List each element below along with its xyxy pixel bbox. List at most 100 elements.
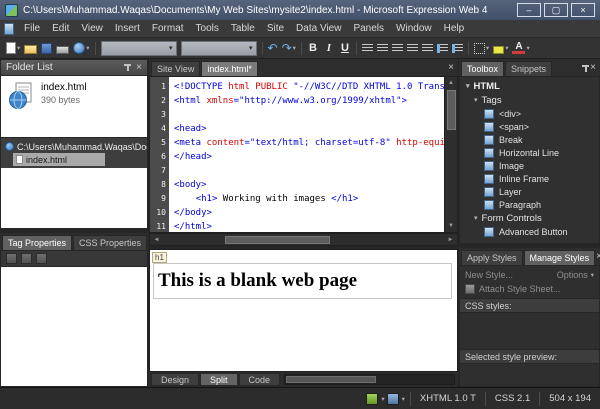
vertical-scrollbar-thumb[interactable] [447,90,456,130]
horizontal-scrollbar-thumb[interactable] [225,236,330,244]
code-line-8[interactable]: <body> [174,178,444,192]
underline-icon[interactable]: U [337,39,353,57]
pin-icon[interactable] [124,64,131,71]
align-right-icon[interactable] [390,39,405,57]
numbered-list-icon[interactable] [405,39,420,57]
code-horizontal-scrollbar[interactable]: ◄ ► [149,233,458,246]
toolbox-item-horizontal-line[interactable]: Horizontal Line [460,146,599,159]
pin-icon[interactable] [582,65,589,72]
menu-window[interactable]: Window [390,21,438,36]
scroll-down-icon[interactable]: ▼ [445,220,458,232]
menu-insert[interactable]: Insert [109,21,146,36]
menu-site[interactable]: Site [261,21,290,36]
tag-properties-grid[interactable] [0,266,148,387]
highlight-icon[interactable]: ▾ [491,39,510,57]
open-folder-icon[interactable] [22,39,39,57]
style-dropdown[interactable]: ▾ [101,41,177,56]
tab-apply-styles[interactable]: Apply Styles [461,250,523,265]
toolbox-section-tags[interactable]: ▾Tags [460,93,599,107]
tab-snippets[interactable]: Snippets [505,61,552,76]
code-line-7[interactable] [174,164,444,178]
align-left-icon[interactable] [360,39,375,57]
new-style-button[interactable]: New Style... [465,270,513,280]
toolbox-item-div[interactable]: <div> [460,107,599,120]
chevron-down-icon[interactable]: ▾ [381,395,384,403]
align-center-icon[interactable] [375,39,390,57]
close-panel-icon[interactable]: × [596,252,600,262]
preview-in-browser-icon[interactable]: ▾ [71,39,91,57]
code-line-11[interactable]: </html> [174,220,444,232]
code-editor[interactable]: <!DOCTYPE html PUBLIC "-//W3C//DTD XHTML… [169,77,444,232]
folder-list-header[interactable]: Folder List × [0,59,148,76]
new-document-icon[interactable]: ▾ [4,39,22,57]
design-horizontal-scrollbar[interactable] [284,374,455,385]
borders-icon[interactable]: ▾ [472,39,491,57]
code-vertical-scrollbar[interactable]: ▲ ▼ [444,77,457,232]
visual-aids-icon[interactable] [366,393,378,405]
maximize-button[interactable]: ▢ [544,3,568,17]
code-line-9[interactable]: <h1> Working with images </h1> [174,192,444,206]
element-tag-label[interactable]: h1 [152,252,167,263]
decrease-indent-icon[interactable] [435,39,450,57]
close-document-icon[interactable]: × [448,63,454,73]
toolbox-item-layer[interactable]: Layer [460,185,599,198]
italic-icon[interactable]: I [321,39,337,57]
scroll-up-icon[interactable]: ▲ [445,77,458,89]
tab-tag-properties[interactable]: Tag Properties [2,235,72,250]
h1-block-outline[interactable]: This is a blank web page [153,263,452,299]
menu-panels[interactable]: Panels [347,21,390,36]
style-application-icon[interactable] [387,393,399,405]
site-root-item[interactable]: C:\Users\Muhammad.Waqas\Documents\M [1,140,147,153]
toolbox-item-paragraph[interactable]: Paragraph [460,198,599,211]
tab-code[interactable]: Code [239,373,281,386]
show-categorized-icon[interactable] [6,253,17,264]
undo-icon[interactable]: ↶ [266,39,280,57]
menu-help[interactable]: Help [438,21,471,36]
menu-data-view[interactable]: Data View [290,21,347,36]
menu-view[interactable]: View [75,21,109,36]
css-schema-indicator[interactable]: CSS 2.1 [485,392,539,406]
save-icon[interactable] [39,39,54,57]
bold-icon[interactable]: B [305,39,321,57]
chevron-down-icon[interactable]: ▾ [402,395,405,403]
toolbox-item-advanced-button[interactable]: Advanced Button [460,225,599,238]
minimize-button[interactable]: – [517,3,541,17]
bullet-list-icon[interactable] [420,39,435,57]
show-set-properties-icon[interactable] [36,253,47,264]
design-view[interactable]: h1 This is a blank web page [149,249,458,372]
show-alphabetized-icon[interactable] [21,253,32,264]
code-line-3[interactable] [174,108,444,122]
redo-icon[interactable]: ↷▾ [280,39,298,57]
toolbox-item-break[interactable]: Break [460,133,599,146]
code-line-5[interactable]: <meta content="text/html; charset=utf-8"… [174,136,444,150]
doctype-indicator[interactable]: XHTML 1.0 T [410,392,485,406]
code-line-1[interactable]: <!DOCTYPE html PUBLIC "-//W3C//DTD XHTML… [174,80,444,94]
close-button[interactable]: × [571,3,595,17]
tab-site-view[interactable]: Site View [151,61,200,76]
toolbox-item-image[interactable]: Image [460,159,599,172]
page-size-indicator[interactable]: 504 x 194 [539,392,600,406]
toolbox-item-inline-frame[interactable]: Inline Frame [460,172,599,185]
menu-format[interactable]: Format [146,21,190,36]
toolbox-item-span[interactable]: <span> [460,120,599,133]
toolbox-section-form-controls[interactable]: ▾Form Controls [460,211,599,225]
code-line-10[interactable]: </body> [174,206,444,220]
menu-tools[interactable]: Tools [190,21,225,36]
code-line-2[interactable]: <html xmlns="http://www.w3.org/1999/xhtm… [174,94,444,108]
css-styles-list[interactable] [460,313,599,349]
code-line-6[interactable]: </head> [174,150,444,164]
tab-toolbox[interactable]: Toolbox [461,61,504,76]
scroll-right-icon[interactable]: ► [444,234,457,246]
toolbox-section-html[interactable]: ▾HTML [460,79,599,93]
tab-manage-styles[interactable]: Manage Styles [524,250,596,265]
attach-style-sheet-button[interactable]: Attach Style Sheet... [460,282,599,298]
increase-indent-icon[interactable] [450,39,465,57]
font-color-icon[interactable]: A▾ [510,39,531,57]
horizontal-scrollbar-thumb[interactable] [286,376,376,383]
close-panel-icon[interactable]: × [590,63,596,73]
design-heading-text[interactable]: This is a blank web page [158,270,357,292]
print-icon[interactable] [54,39,71,57]
document-menu-icon[interactable] [4,23,14,35]
tab-split[interactable]: Split [200,373,238,386]
scroll-left-icon[interactable]: ◄ [150,234,163,246]
